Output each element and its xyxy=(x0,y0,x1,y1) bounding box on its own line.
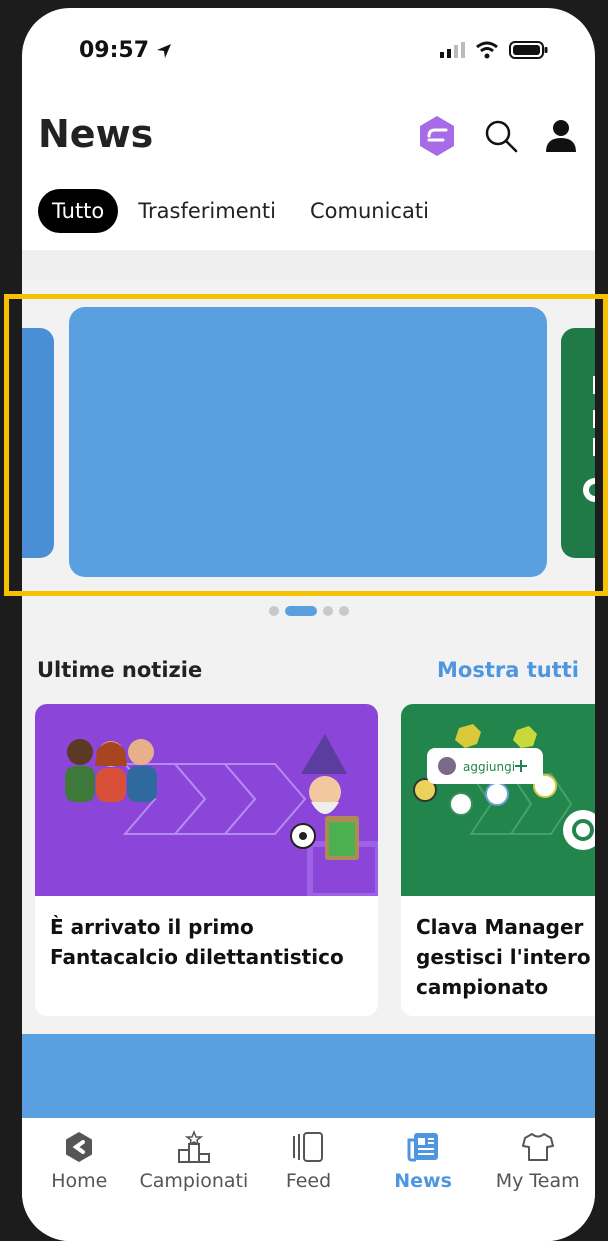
phone-screen: 09:57 News Tutto Trasferimenti Comunicat… xyxy=(22,8,595,1241)
pagination-dot[interactable] xyxy=(338,606,349,616)
next-banner[interactable] xyxy=(22,1034,595,1118)
bottom-tab-bar: Home Campionati Feed News My Team xyxy=(22,1118,595,1241)
tab-label: My Team xyxy=(495,1170,580,1192)
latest-news-section: Ultime notizie Mostra tutti È arrivato i… xyxy=(22,634,595,1034)
tab-trasferimenti[interactable]: Trasferimenti xyxy=(124,189,290,233)
profile-icon[interactable] xyxy=(545,119,577,153)
carousel-pagination xyxy=(22,606,595,616)
tab-campionati[interactable]: Campionati xyxy=(137,1118,252,1241)
tab-news[interactable]: News xyxy=(366,1118,481,1241)
jersey-icon xyxy=(521,1133,554,1161)
feed-icon xyxy=(293,1132,324,1162)
carousel-card-previous[interactable] xyxy=(22,328,54,558)
section-title: Ultime notizie xyxy=(37,658,203,682)
newspaper-icon xyxy=(407,1133,439,1162)
news-card[interactable]: È arrivato il primo Fantacalcio dilettan… xyxy=(35,704,378,1016)
divider-band xyxy=(22,250,595,280)
add-team-pill-text: aggiungi xyxy=(463,760,515,774)
status-time: 09:57 xyxy=(79,38,173,63)
podium-icon xyxy=(177,1130,210,1163)
tab-tutto[interactable]: Tutto xyxy=(38,189,119,233)
tab-comunicati[interactable]: Comunicati xyxy=(296,189,443,233)
news-card-image: aggiungi xyxy=(401,704,595,896)
search-icon[interactable] xyxy=(483,118,519,154)
brand-hexagon-icon[interactable] xyxy=(417,114,457,158)
pagination-dot[interactable] xyxy=(268,606,279,616)
tab-label: Feed xyxy=(285,1170,332,1192)
battery-icon xyxy=(509,41,548,59)
news-card-title: Clava Manager gestisci l'intero campiona… xyxy=(416,915,591,999)
news-card[interactable]: aggiungi Clava Manager gestisci l'intero… xyxy=(401,704,595,1016)
clock-text: 09:57 xyxy=(79,38,150,63)
pagination-dot-active[interactable] xyxy=(284,606,317,616)
tab-my-team[interactable]: My Team xyxy=(480,1118,595,1241)
tab-home[interactable]: Home xyxy=(22,1118,137,1241)
carousel-card-current[interactable] xyxy=(69,307,547,577)
wifi-icon xyxy=(476,41,498,59)
location-arrow-icon xyxy=(157,43,172,58)
signal-icon xyxy=(440,42,465,58)
home-logo-icon xyxy=(66,1132,93,1162)
clava-manager-illustration: aggiungi xyxy=(413,724,595,850)
see-all-link[interactable]: Mostra tutti xyxy=(437,658,579,682)
filter-tabs: Tutto Trasferimenti Comunicati xyxy=(38,189,443,233)
carousel-next-card-icon xyxy=(583,376,595,502)
pagination-dot[interactable] xyxy=(322,606,333,616)
carousel-card-next[interactable] xyxy=(561,328,595,558)
tab-label: Campionati xyxy=(139,1170,249,1192)
page-header: News xyxy=(22,108,595,168)
tab-feed[interactable]: Feed xyxy=(251,1118,366,1241)
featured-carousel[interactable] xyxy=(22,280,595,634)
fantacalcio-illustration xyxy=(65,734,378,896)
tab-label: News xyxy=(394,1170,452,1192)
tab-label: Home xyxy=(51,1170,108,1192)
news-card-title: È arrivato il primo Fantacalcio dilettan… xyxy=(50,915,344,969)
news-card-image xyxy=(35,704,378,896)
page-title: News xyxy=(38,112,154,156)
status-bar: 09:57 xyxy=(22,8,595,98)
